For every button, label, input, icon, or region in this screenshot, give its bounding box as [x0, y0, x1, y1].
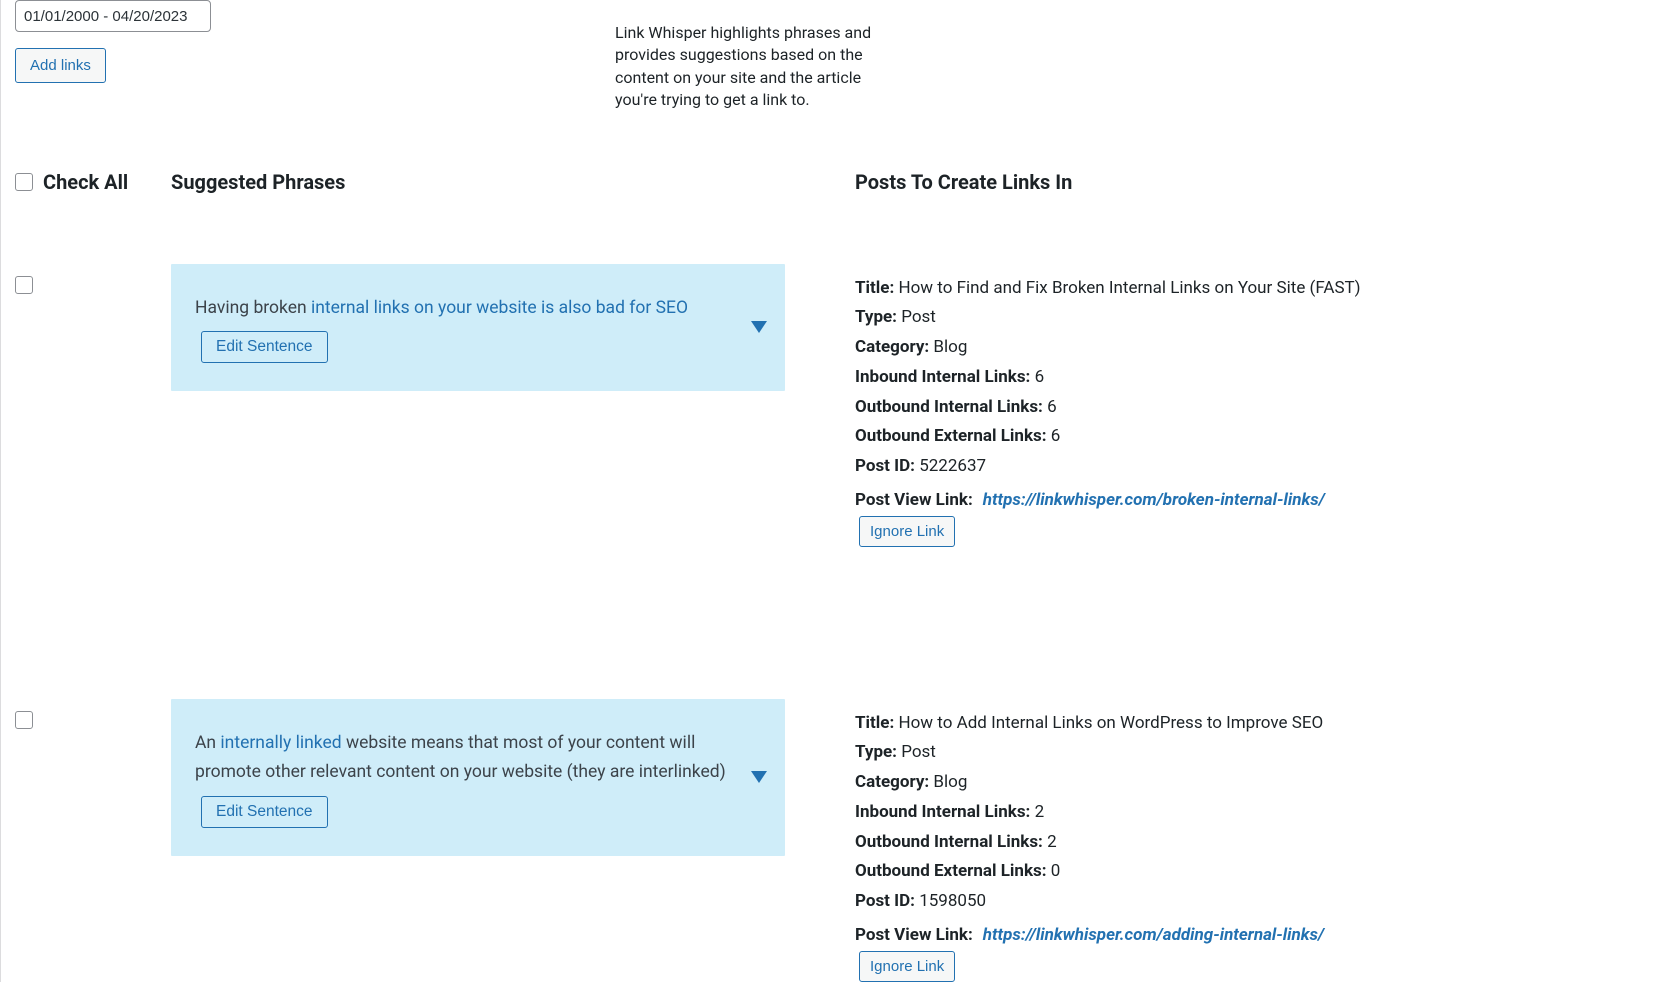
post-meta: Title: How to Find and Fix Broken Intern…	[855, 274, 1421, 547]
meta-label-category: Category:	[855, 337, 933, 357]
check-all-checkbox[interactable]	[15, 173, 33, 191]
meta-outbound-ext: 0	[1051, 861, 1061, 881]
date-range-input[interactable]	[15, 0, 211, 32]
meta-label-inbound: Inbound Internal Links:	[855, 367, 1035, 387]
meta-label-type: Type:	[855, 742, 901, 762]
meta-inbound: 6	[1035, 367, 1045, 387]
meta-label-category: Category:	[855, 772, 933, 792]
meta-postid: 1598050	[919, 891, 986, 911]
meta-title: How to Find and Fix Broken Internal Link…	[898, 278, 1360, 298]
sentence-anchor: internal links on your website is also b…	[311, 298, 688, 318]
sentence-anchor: internally linked	[220, 733, 341, 753]
meta-outbound-int: 6	[1047, 397, 1057, 417]
meta-label-title: Title:	[855, 278, 898, 298]
sentence-pre: Having broken	[195, 298, 311, 318]
meta-label-outbound-ext: Outbound External Links:	[855, 426, 1051, 446]
meta-label-viewlink: Post View Link:	[855, 921, 973, 951]
check-all-label: Check All	[43, 170, 128, 194]
meta-label-outbound-int: Outbound Internal Links:	[855, 397, 1047, 417]
meta-label-type: Type:	[855, 307, 901, 327]
chevron-down-icon[interactable]	[751, 771, 767, 783]
posts-to-create-header: Posts To Create Links In	[855, 170, 1072, 194]
ignore-link-button[interactable]: Ignore Link	[859, 516, 955, 547]
add-links-button[interactable]: Add links	[15, 48, 106, 83]
sentence-pre: An	[195, 733, 220, 753]
meta-category: Blog	[933, 337, 967, 357]
meta-type: Post	[901, 307, 936, 327]
meta-type: Post	[901, 742, 936, 762]
ignore-link-button[interactable]: Ignore Link	[859, 951, 955, 982]
meta-category: Blog	[933, 772, 967, 792]
main-panel: Add links Link Whisper highlights phrase…	[0, 0, 1520, 982]
meta-label-postid: Post ID:	[855, 456, 919, 476]
suggested-phrase-card: An internally linked website means that …	[171, 699, 785, 857]
meta-label-postid: Post ID:	[855, 891, 919, 911]
meta-label-viewlink: Post View Link:	[855, 486, 973, 516]
row-checkbox[interactable]	[15, 276, 33, 294]
meta-label-outbound-ext: Outbound External Links:	[855, 861, 1051, 881]
post-meta: Title: How to Add Internal Links on Word…	[855, 709, 1421, 982]
meta-title: How to Add Internal Links on WordPress t…	[898, 713, 1323, 733]
post-view-link[interactable]: https://linkwhisper.com/adding-internal-…	[983, 921, 1324, 951]
meta-label-inbound: Inbound Internal Links:	[855, 802, 1035, 822]
suggested-phrases-header: Suggested Phrases	[171, 170, 855, 194]
meta-postid: 5222637	[919, 456, 986, 476]
help-text: Link Whisper highlights phrases and prov…	[615, 0, 875, 112]
meta-outbound-int: 2	[1047, 832, 1057, 852]
meta-inbound: 2	[1035, 802, 1045, 822]
row-checkbox[interactable]	[15, 711, 33, 729]
meta-label-outbound-int: Outbound Internal Links:	[855, 832, 1047, 852]
meta-label-title: Title:	[855, 713, 898, 733]
suggested-phrase-card: Having broken internal links on your web…	[171, 264, 785, 392]
chevron-down-icon[interactable]	[751, 321, 767, 333]
edit-sentence-button[interactable]: Edit Sentence	[201, 796, 328, 828]
meta-outbound-ext: 6	[1051, 426, 1061, 446]
edit-sentence-button[interactable]: Edit Sentence	[201, 331, 328, 363]
post-view-link[interactable]: https://linkwhisper.com/broken-internal-…	[983, 486, 1325, 516]
